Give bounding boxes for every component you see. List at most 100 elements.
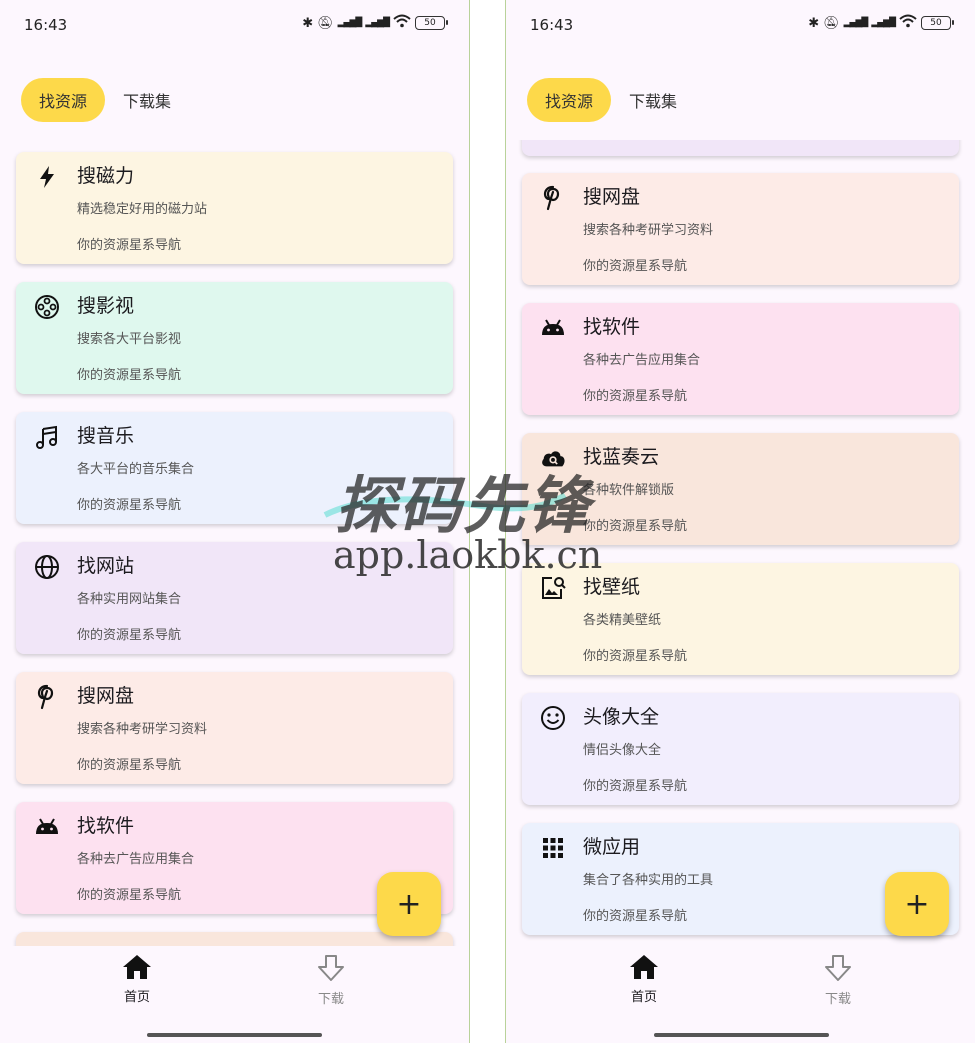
nav-download-label: 下载 xyxy=(317,992,344,1007)
card-title: 搜磁力 xyxy=(77,165,135,187)
card-footer: 你的资源星系导航 xyxy=(77,238,182,253)
card-footer: 你的资源星系导航 xyxy=(77,498,182,513)
card-title: 搜影视 xyxy=(77,295,135,317)
status-icons: ✱ 🔕︎ ▂▄▆█ ▂▄▆█ 50 xyxy=(302,14,448,32)
card-title: 找网站 xyxy=(77,555,135,577)
gesture-bar xyxy=(654,1033,829,1037)
bluetooth-icon: ✱ xyxy=(808,15,820,31)
globe-icon xyxy=(34,554,60,580)
battery-icon: 50 xyxy=(921,16,954,30)
bolt-icon xyxy=(34,164,60,190)
resource-card-software[interactable]: 找软件 各种去广告应用集合 你的资源星系导航 xyxy=(522,303,959,415)
card-footer: 你的资源星系导航 xyxy=(583,389,688,404)
home-icon xyxy=(629,955,659,984)
resource-card-wallpaper[interactable]: 找壁纸 各类精美壁纸 你的资源星系导航 xyxy=(522,563,959,675)
bluetooth-icon: ✱ xyxy=(302,15,314,31)
signal-icon-2: ▂▄▆█ xyxy=(365,18,390,28)
card-title: 找壁纸 xyxy=(583,576,641,598)
home-icon xyxy=(122,955,152,984)
add-fab-button[interactable]: + xyxy=(377,872,441,936)
resource-list[interactable]: 搜网盘 搜索各种考研学习资料 你的资源星系导航 找软件 各种去广告应用集合 你的… xyxy=(506,140,975,946)
card-title: 搜网盘 xyxy=(583,186,641,208)
card-footer: 你的资源星系导航 xyxy=(77,758,182,773)
resource-card-partial[interactable] xyxy=(522,140,959,156)
card-title: 找软件 xyxy=(583,316,641,338)
mute-bell-icon: 🔕︎ xyxy=(823,15,840,31)
card-title: 头像大全 xyxy=(583,706,660,728)
resource-card-netdisk[interactable]: 搜网盘 搜索各种考研学习资料 你的资源星系导航 xyxy=(522,173,959,285)
smiley-icon xyxy=(540,705,566,731)
gesture-bar xyxy=(147,1033,322,1037)
nav-home[interactable]: 首页 xyxy=(604,954,684,1005)
tab-downloads[interactable]: 下载集 xyxy=(123,78,171,122)
nav-download[interactable]: 下载 xyxy=(291,954,371,1007)
card-title: 找软件 xyxy=(77,815,135,837)
battery-icon: 50 xyxy=(415,16,448,30)
card-description: 各种实用网站集合 xyxy=(77,592,182,607)
tab-downloads[interactable]: 下载集 xyxy=(629,78,677,122)
nav-home[interactable]: 首页 xyxy=(97,954,177,1005)
resource-list[interactable]: 搜磁力 精选稳定好用的磁力站 你的资源星系导航 搜影视 搜索各大平台影视 你的资… xyxy=(0,140,469,946)
music-note-icon xyxy=(34,424,60,450)
cloud-search-icon xyxy=(540,445,566,471)
signal-icon: ▂▄▆█ xyxy=(337,18,363,28)
status-bar: 16:43 ✱ 🔕︎ ▂▄▆█ ▂▄▆█ 50 xyxy=(0,0,469,52)
tab-bar: 找资源 下载集 xyxy=(21,78,171,122)
resource-card-websites[interactable]: 找网站 各种实用网站集合 你的资源星系导航 xyxy=(16,542,453,654)
resource-card-magnet[interactable]: 搜磁力 精选稳定好用的磁力站 你的资源星系导航 xyxy=(16,152,453,264)
card-description: 各大平台的音乐集合 xyxy=(77,462,195,477)
card-description: 精选稳定好用的磁力站 xyxy=(77,202,208,217)
resource-card-video[interactable]: 搜影视 搜索各大平台影视 你的资源星系导航 xyxy=(16,282,453,394)
signal-icon-2: ▂▄▆█ xyxy=(871,18,896,28)
card-title: 找蓝奏云 xyxy=(583,446,660,468)
card-description: 各种去广告应用集合 xyxy=(77,852,195,867)
card-description: 集合了各种实用的工具 xyxy=(583,873,714,888)
card-description: 搜索各种考研学习资料 xyxy=(583,223,714,238)
nav-home-label: 首页 xyxy=(123,990,150,1005)
card-title: 微应用 xyxy=(583,836,641,858)
image-search-icon xyxy=(540,575,566,601)
resource-card-lanzou[interactable]: 找蓝奏云 各种软件解锁版 你的资源星系导航 xyxy=(522,433,959,545)
card-description: 各种软件解锁版 xyxy=(583,483,675,498)
card-footer: 你的资源星系导航 xyxy=(77,368,182,383)
card-footer: 你的资源星系导航 xyxy=(77,888,182,903)
card-footer: 你的资源星系导航 xyxy=(583,649,688,664)
tab-find-resources[interactable]: 找资源 xyxy=(527,78,612,122)
android-icon xyxy=(34,814,60,840)
card-description: 搜索各大平台影视 xyxy=(77,332,182,347)
card-title: 搜网盘 xyxy=(77,685,135,707)
bottom-navigation: 首页 下载 xyxy=(0,946,469,1043)
pinterest-icon xyxy=(34,684,60,710)
android-icon xyxy=(540,315,566,341)
wifi-icon xyxy=(899,14,917,32)
card-description: 情侣头像大全 xyxy=(583,743,662,758)
add-fab-button[interactable]: + xyxy=(885,872,949,936)
apps-grid-icon xyxy=(540,835,566,861)
card-footer: 你的资源星系导航 xyxy=(583,519,688,534)
status-time: 16:43 xyxy=(24,16,68,34)
right-screen: 16:43 ✱ 🔕︎ ▂▄▆█ ▂▄▆█ 50 找资源 下载集 搜网盘 搜索各种… xyxy=(505,0,975,1043)
tab-find-resources[interactable]: 找资源 xyxy=(21,78,106,122)
download-arrow-icon xyxy=(316,955,346,986)
nav-download[interactable]: 下载 xyxy=(798,954,878,1007)
card-description: 搜索各种考研学习资料 xyxy=(77,722,208,737)
status-bar: 16:43 ✱ 🔕︎ ▂▄▆█ ▂▄▆█ 50 xyxy=(506,0,975,52)
card-footer: 你的资源星系导航 xyxy=(583,779,688,794)
card-footer: 你的资源星系导航 xyxy=(583,259,688,274)
wifi-icon xyxy=(393,14,411,32)
status-icons: ✱ 🔕︎ ▂▄▆█ ▂▄▆█ 50 xyxy=(808,14,954,32)
left-screen: 16:43 ✱ 🔕︎ ▂▄▆█ ▂▄▆█ 50 找资源 下载集 搜磁力 精选稳定… xyxy=(0,0,470,1043)
nav-download-label: 下载 xyxy=(824,992,851,1007)
resource-card-music[interactable]: 搜音乐 各大平台的音乐集合 你的资源星系导航 xyxy=(16,412,453,524)
card-footer: 你的资源星系导航 xyxy=(583,909,688,924)
status-time: 16:43 xyxy=(530,16,574,34)
card-description: 各类精美壁纸 xyxy=(583,613,662,628)
film-reel-icon xyxy=(34,294,60,320)
resource-card-netdisk[interactable]: 搜网盘 搜索各种考研学习资料 你的资源星系导航 xyxy=(16,672,453,784)
nav-home-label: 首页 xyxy=(630,990,657,1005)
resource-card-avatars[interactable]: 头像大全 情侣头像大全 你的资源星系导航 xyxy=(522,693,959,805)
tab-bar: 找资源 下载集 xyxy=(527,78,677,122)
mute-bell-icon: 🔕︎ xyxy=(317,15,334,31)
pinterest-icon xyxy=(540,185,566,211)
download-arrow-icon xyxy=(823,955,853,986)
